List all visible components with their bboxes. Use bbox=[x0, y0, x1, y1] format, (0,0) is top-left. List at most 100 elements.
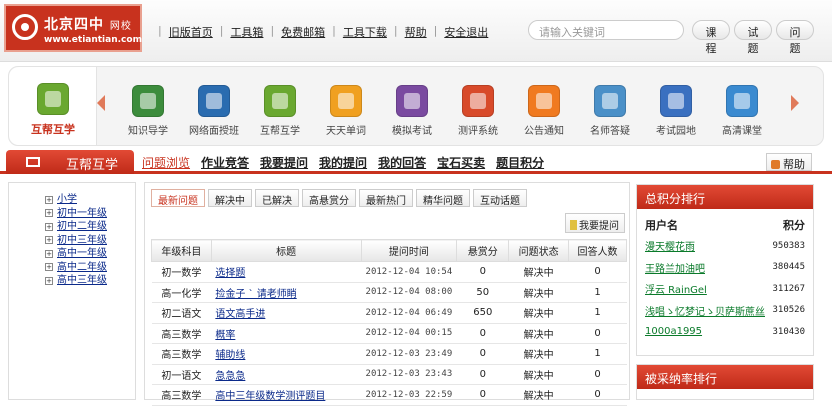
people-icon bbox=[36, 83, 69, 115]
section-header: 互帮互学 问题浏览 作业竞答 我要提问 我的提问 我的回答 宝石买卖 题目积分 … bbox=[0, 150, 832, 174]
module-assessment[interactable]: 测评系统 bbox=[445, 85, 511, 137]
tab-high-reward[interactable]: 高悬赏分 bbox=[302, 189, 356, 207]
expand-icon[interactable]: + bbox=[45, 222, 53, 231]
search-input[interactable]: 请输入关键词 bbox=[528, 20, 684, 40]
expand-icon[interactable]: + bbox=[45, 263, 53, 272]
exam-icon bbox=[396, 85, 428, 117]
expand-icon[interactable]: + bbox=[45, 236, 53, 245]
section-title: 互帮互学 bbox=[6, 150, 134, 174]
tree-item[interactable]: + 初中一年级 bbox=[45, 207, 135, 221]
module-online-class[interactable]: 网络面授班 bbox=[181, 85, 247, 137]
tab-gem-trade[interactable]: 宝石买卖 bbox=[437, 154, 485, 171]
expand-icon[interactable]: + bbox=[45, 249, 53, 258]
tab-solving[interactable]: 解决中 bbox=[208, 189, 252, 207]
tree-item[interactable]: + 初中二年级 bbox=[45, 220, 135, 234]
table-row: 高三数学 高中三年级数学测评题目 2012-12-03 22:59 0 解决中 … bbox=[151, 384, 627, 406]
tree-item[interactable]: + 高中二年级 bbox=[45, 261, 135, 275]
table-row: 高三数学 辅助线 2012-12-03 23:49 0 解决中 1 bbox=[151, 343, 627, 365]
module-mock-exam[interactable]: 模拟考试 bbox=[379, 85, 445, 137]
tab-latest[interactable]: 最新问题 bbox=[151, 189, 205, 207]
question-link[interactable]: 高中三年级数学测评题目 bbox=[215, 391, 325, 402]
ranking-user-link[interactable]: 浮云 RainGel bbox=[645, 281, 707, 296]
tree-item[interactable]: + 高中三年级 bbox=[45, 274, 135, 288]
logo-name-small: 网校 bbox=[109, 21, 132, 32]
grade-tree: + 小学 + 初中一年级 + 初中二年级 + 初中三年级 + 高中一年级 + 高中二年级 +… bbox=[8, 182, 136, 400]
points-ranking-panel: 总积分排行 用户名 积分 漫天樱花雨 950383 王路兰加油吧 380445 浮云… bbox=[636, 184, 814, 356]
help-icon bbox=[771, 160, 780, 169]
adoption-ranking-panel: 被采纳率排行 bbox=[636, 364, 814, 400]
search-exam-button[interactable]: 试题 bbox=[734, 20, 772, 55]
help-button[interactable]: 帮助 bbox=[766, 153, 812, 171]
question-link[interactable]: 选择题 bbox=[215, 268, 245, 279]
search-question-button[interactable]: 问题 bbox=[776, 20, 814, 55]
notes-icon bbox=[660, 85, 692, 117]
nav-help[interactable]: 帮助 bbox=[398, 24, 434, 40]
expand-icon[interactable]: + bbox=[45, 195, 53, 204]
classroom-icon bbox=[198, 85, 230, 117]
table-row: 初一语文 急急急 2012-12-03 23:43 0 解决中 0 bbox=[151, 364, 627, 385]
top-nav: | 旧版首页 | 工具箱 | 免费邮箱 | 工具下载 | 帮助 | 安全退出 bbox=[158, 24, 495, 40]
word-badge-icon bbox=[330, 85, 362, 117]
logo-ring-icon bbox=[12, 14, 38, 40]
ranking-row: 1000a1995 310430 bbox=[645, 326, 805, 338]
module-daily-words[interactable]: 天天单词 bbox=[313, 85, 379, 137]
nav-free-mail[interactable]: 免费邮箱 bbox=[274, 24, 332, 40]
ranking-user-link[interactable]: 漫天樱花雨 bbox=[645, 238, 695, 253]
tab-homework-answers[interactable]: 作业竞答 bbox=[201, 154, 249, 171]
tab-ask-question[interactable]: 我要提问 bbox=[260, 154, 308, 171]
ranking-row: 王路兰加油吧 380445 bbox=[637, 257, 813, 279]
question-link[interactable]: 概率 bbox=[215, 330, 235, 341]
ranking-row: 浮云 RainGel 311267 bbox=[637, 278, 813, 300]
question-link[interactable]: 急急急 bbox=[215, 371, 245, 382]
ask-question-button[interactable]: 我要提问 bbox=[565, 213, 625, 233]
top-bar: 北京四中 网校 www.etiantian.com | 旧版首页 | 工具箱 | 免… bbox=[0, 0, 832, 62]
current-module[interactable]: 互帮互学 bbox=[9, 67, 97, 145]
nav-toolbox[interactable]: 工具箱 bbox=[223, 24, 270, 40]
expand-icon[interactable]: + bbox=[45, 276, 53, 285]
tab-topics[interactable]: 互动话题 bbox=[473, 189, 527, 207]
monitor-icon bbox=[726, 85, 758, 117]
scroll-right-icon[interactable] bbox=[791, 95, 799, 111]
site-logo[interactable]: 北京四中 网校 www.etiantian.com bbox=[4, 4, 142, 52]
window-icon bbox=[26, 157, 40, 167]
module-hd-classroom[interactable]: 高清课堂 bbox=[709, 85, 775, 137]
tab-solved[interactable]: 已解决 bbox=[255, 189, 299, 207]
module-announcements[interactable]: 公告通知 bbox=[511, 85, 577, 137]
table-row: 高一化学 捡金子 ` 请老师睄 2012-12-04 08:00 50 解决中 … bbox=[151, 282, 627, 303]
nav-tool-download[interactable]: 工具下载 bbox=[336, 24, 394, 40]
nav-old-home[interactable]: 旧版首页 bbox=[162, 24, 220, 40]
tab-my-answers[interactable]: 我的回答 bbox=[378, 154, 426, 171]
table-row: 初一数学 选择题 2012-12-04 10:54 0 解决中 0 bbox=[151, 261, 627, 283]
tree-item[interactable]: + 高中一年级 bbox=[45, 247, 135, 261]
search-course-button[interactable]: 课程 bbox=[692, 20, 730, 55]
question-panel: 最新问题 解决中 已解决 高悬赏分 最新热门 精华问题 互动话题 我要提问 年级… bbox=[144, 182, 630, 406]
ranking-user-link[interactable]: 浅唱ゝ忆梦记ゝ贝萨斯蔗丝 bbox=[645, 303, 765, 318]
ranking-user-link[interactable]: 王路兰加油吧 bbox=[645, 260, 705, 275]
tab-question-points[interactable]: 题目积分 bbox=[496, 154, 544, 171]
ranking-user-link[interactable]: 1000a1995 bbox=[645, 326, 702, 337]
expand-icon[interactable]: + bbox=[45, 209, 53, 218]
adoption-ranking-title: 被采纳率排行 bbox=[637, 365, 813, 389]
question-link[interactable]: 辅助线 bbox=[215, 350, 245, 361]
nav-logout[interactable]: 安全退出 bbox=[437, 24, 495, 40]
tab-browse-questions[interactable]: 问题浏览 bbox=[142, 154, 190, 171]
tab-featured[interactable]: 精华问题 bbox=[416, 189, 470, 207]
icon-bar: 互帮互学 知识导学 网络面授班 互帮互学 天天单词 模拟考试 测评系统 公告通知… bbox=[8, 66, 824, 146]
scroll-left-icon[interactable] bbox=[97, 95, 105, 111]
question-link[interactable]: 语文高手进 bbox=[215, 309, 265, 320]
ranking-row: 漫天樱花雨 950383 bbox=[637, 235, 813, 257]
question-link[interactable]: 捡金子 ` 请老师睄 bbox=[215, 289, 296, 300]
module-exam-garden[interactable]: 考试园地 bbox=[643, 85, 709, 137]
module-mutual-help[interactable]: 互帮互学 bbox=[247, 85, 313, 137]
tree-item[interactable]: + 初中三年级 bbox=[45, 234, 135, 248]
ranking-col-user: 用户名 bbox=[645, 219, 678, 232]
ranking-row: 浅唱ゝ忆梦记ゝ贝萨斯蔗丝 310526 bbox=[637, 300, 813, 322]
tab-hot[interactable]: 最新热门 bbox=[359, 189, 413, 207]
module-knowledge-guide[interactable]: 知识导学 bbox=[115, 85, 181, 137]
ranking-col-score: 积分 bbox=[783, 219, 805, 232]
people-icon bbox=[264, 85, 296, 117]
tab-my-questions[interactable]: 我的提问 bbox=[319, 154, 367, 171]
module-teacher-qa[interactable]: 名师答疑 bbox=[577, 85, 643, 137]
section-nav: 问题浏览 作业竞答 我要提问 我的提问 我的回答 宝石买卖 题目积分 bbox=[142, 154, 555, 171]
tree-item[interactable]: + 小学 bbox=[45, 193, 135, 207]
